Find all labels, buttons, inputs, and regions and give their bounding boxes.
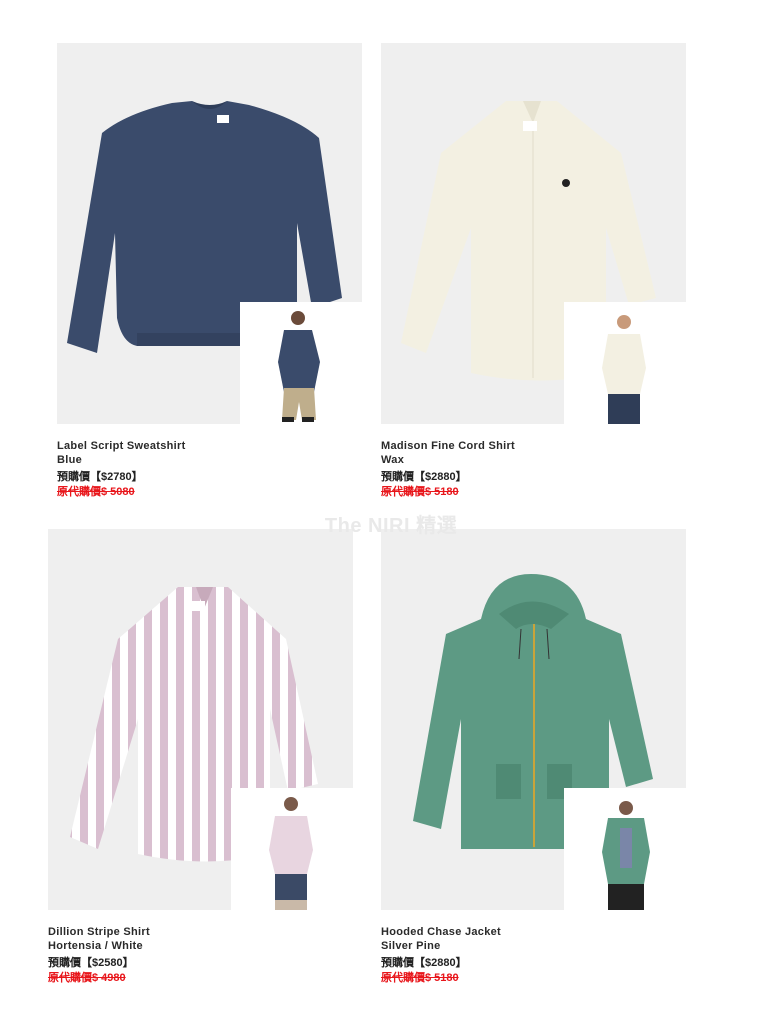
preorder-price: 預購價【$2580】: [48, 957, 134, 969]
product-name[interactable]: Label Script Sweatshirt: [57, 439, 362, 453]
model-photo: [564, 302, 686, 424]
product-image[interactable]: [381, 529, 686, 910]
original-price: 原代購價$ 5080: [57, 486, 135, 498]
product-info: Label Script Sweatshirt Blue 預購價【$2780】 …: [57, 439, 362, 499]
model-photo: [231, 788, 353, 910]
product-info: Dillion Stripe Shirt Hortensia / White 預…: [48, 925, 353, 985]
model-photo: [240, 302, 362, 424]
product-name[interactable]: Madison Fine Cord Shirt: [381, 439, 686, 453]
preorder-price: 預購價【$2880】: [381, 957, 467, 969]
model-photo: [564, 788, 686, 910]
product-image[interactable]: [381, 43, 686, 424]
original-price: 原代購價$ 5180: [381, 972, 459, 984]
product-color: Blue: [57, 454, 83, 466]
preorder-price: 預購價【$2880】: [381, 471, 467, 483]
original-price: 原代購價$ 5180: [381, 486, 459, 498]
product-color: Silver Pine: [381, 940, 441, 952]
product-color: Wax: [381, 454, 405, 466]
original-price: 原代購價$ 4980: [48, 972, 126, 984]
product-name[interactable]: Hooded Chase Jacket: [381, 925, 686, 939]
product-color: Hortensia / White: [48, 940, 143, 952]
product-name[interactable]: Dillion Stripe Shirt: [48, 925, 353, 939]
product-image[interactable]: [48, 529, 353, 910]
product-image[interactable]: [57, 43, 362, 424]
product-info: Madison Fine Cord Shirt Wax 預購價【$2880】 原…: [381, 439, 686, 499]
watermark: The NIRI 精選: [324, 515, 458, 537]
preorder-price: 預購價【$2780】: [57, 471, 143, 483]
product-info: Hooded Chase Jacket Silver Pine 預購價【$288…: [381, 925, 686, 985]
